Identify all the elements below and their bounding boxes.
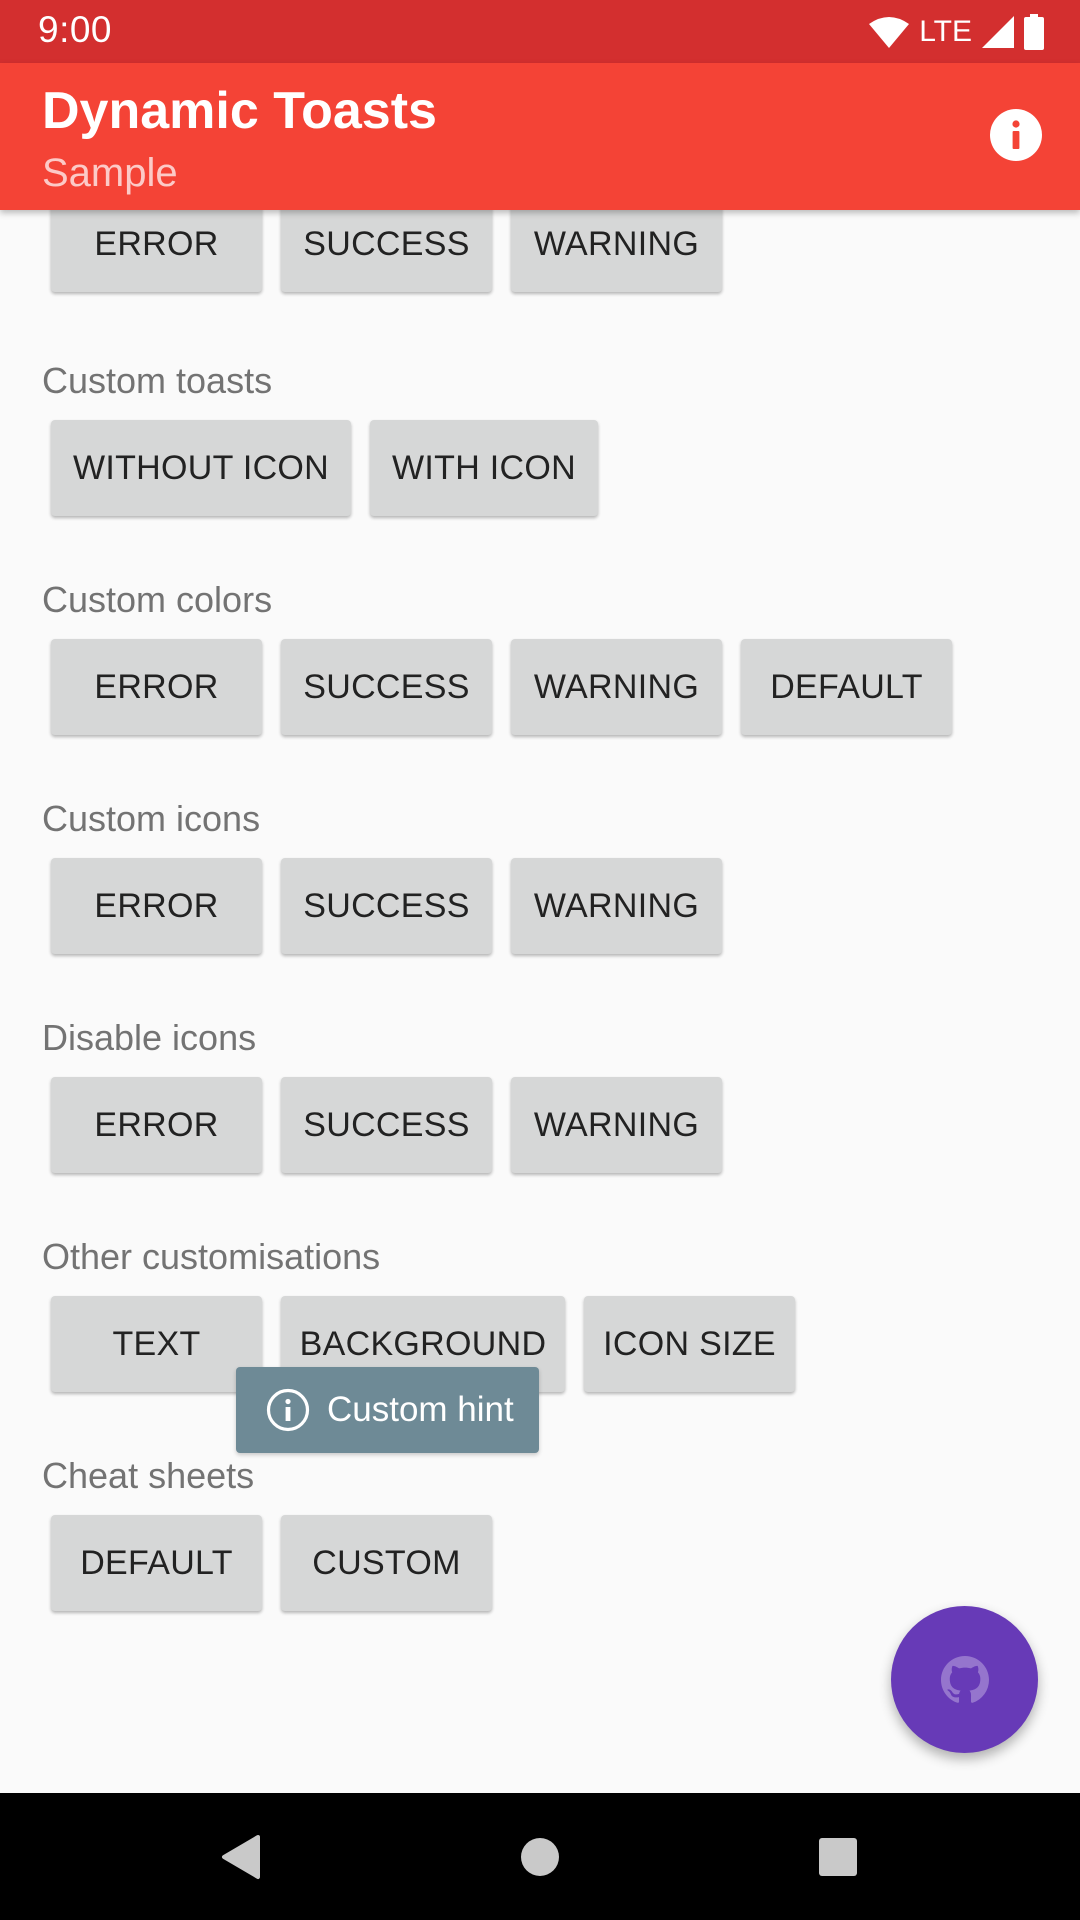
section-title-disable-icons: Disable icons xyxy=(42,1017,257,1058)
status-time: 9:00 xyxy=(38,9,113,50)
signal-icon xyxy=(982,16,1014,48)
app-title: Dynamic Toasts xyxy=(42,82,437,140)
button-row-custom-colors: ERROR SUCCESS WARNING DEFAULT xyxy=(51,639,952,735)
back-button[interactable] xyxy=(212,1829,268,1885)
top-error-button[interactable]: ERROR xyxy=(51,210,262,292)
button-row-top: ERROR SUCCESS WARNING xyxy=(51,210,722,292)
disable-success-button[interactable]: SUCCESS xyxy=(281,1077,492,1173)
recents-button[interactable] xyxy=(810,1829,866,1885)
info-icon xyxy=(990,109,1042,161)
icon-size-button[interactable]: ICON SIZE xyxy=(584,1296,795,1392)
colors-default-button[interactable]: DEFAULT xyxy=(741,639,952,735)
top-success-button[interactable]: SUCCESS xyxy=(281,210,492,292)
toast-text: Custom hint xyxy=(327,1390,514,1429)
recents-square-icon xyxy=(819,1838,857,1876)
disable-warning-button[interactable]: WARNING xyxy=(511,1077,722,1173)
icons-warning-button[interactable]: WARNING xyxy=(511,858,722,954)
status-bar: 9:00 LTE xyxy=(0,0,1080,63)
battery-icon xyxy=(1024,14,1044,50)
section-title-other: Other customisations xyxy=(42,1236,381,1277)
colors-success-button[interactable]: SUCCESS xyxy=(281,639,492,735)
system-nav-bar xyxy=(0,1793,1080,1920)
colors-warning-button[interactable]: WARNING xyxy=(511,639,722,735)
colors-error-button[interactable]: ERROR xyxy=(51,639,262,735)
disable-error-button[interactable]: ERROR xyxy=(51,1077,262,1173)
home-circle-icon xyxy=(521,1838,559,1876)
button-row-custom-icons: ERROR SUCCESS WARNING xyxy=(51,858,722,954)
text-button[interactable]: TEXT xyxy=(51,1296,262,1392)
section-title-cheat-sheets: Cheat sheets xyxy=(42,1455,255,1496)
section-title-custom-icons: Custom icons xyxy=(42,798,261,839)
github-icon xyxy=(940,1655,989,1703)
without-icon-button[interactable]: WITHOUT ICON xyxy=(51,420,351,516)
icons-error-button[interactable]: ERROR xyxy=(51,858,262,954)
home-button[interactable] xyxy=(512,1829,568,1885)
custom-hint-toast: Custom hint xyxy=(236,1367,539,1453)
cheat-default-button[interactable]: DEFAULT xyxy=(51,1515,262,1611)
section-title-custom-colors: Custom colors xyxy=(42,579,273,620)
button-row-disable-icons: ERROR SUCCESS WARNING xyxy=(51,1077,722,1173)
network-type: LTE xyxy=(919,15,972,48)
back-triangle-icon xyxy=(222,1835,260,1879)
button-row-cheat-sheets: DEFAULT CUSTOM xyxy=(51,1515,492,1611)
github-fab[interactable] xyxy=(891,1606,1038,1753)
info-button[interactable] xyxy=(988,107,1044,163)
section-title-custom-toasts: Custom toasts xyxy=(42,360,273,401)
content-scroll-area[interactable]: ERROR SUCCESS WARNING Custom toasts WITH… xyxy=(0,210,1080,1793)
status-icons: LTE xyxy=(869,12,1044,52)
icons-success-button[interactable]: SUCCESS xyxy=(281,858,492,954)
with-icon-button[interactable]: WITH ICON xyxy=(370,420,598,516)
app-bar: Dynamic Toasts Sample xyxy=(0,63,1080,210)
button-row-custom-toasts: WITHOUT ICON WITH ICON xyxy=(51,420,598,516)
info-outline-icon xyxy=(266,1388,310,1432)
wifi-icon xyxy=(869,17,910,48)
app-subtitle: Sample xyxy=(42,151,178,195)
top-warning-button[interactable]: WARNING xyxy=(511,210,722,292)
cheat-custom-button[interactable]: CUSTOM xyxy=(281,1515,492,1611)
